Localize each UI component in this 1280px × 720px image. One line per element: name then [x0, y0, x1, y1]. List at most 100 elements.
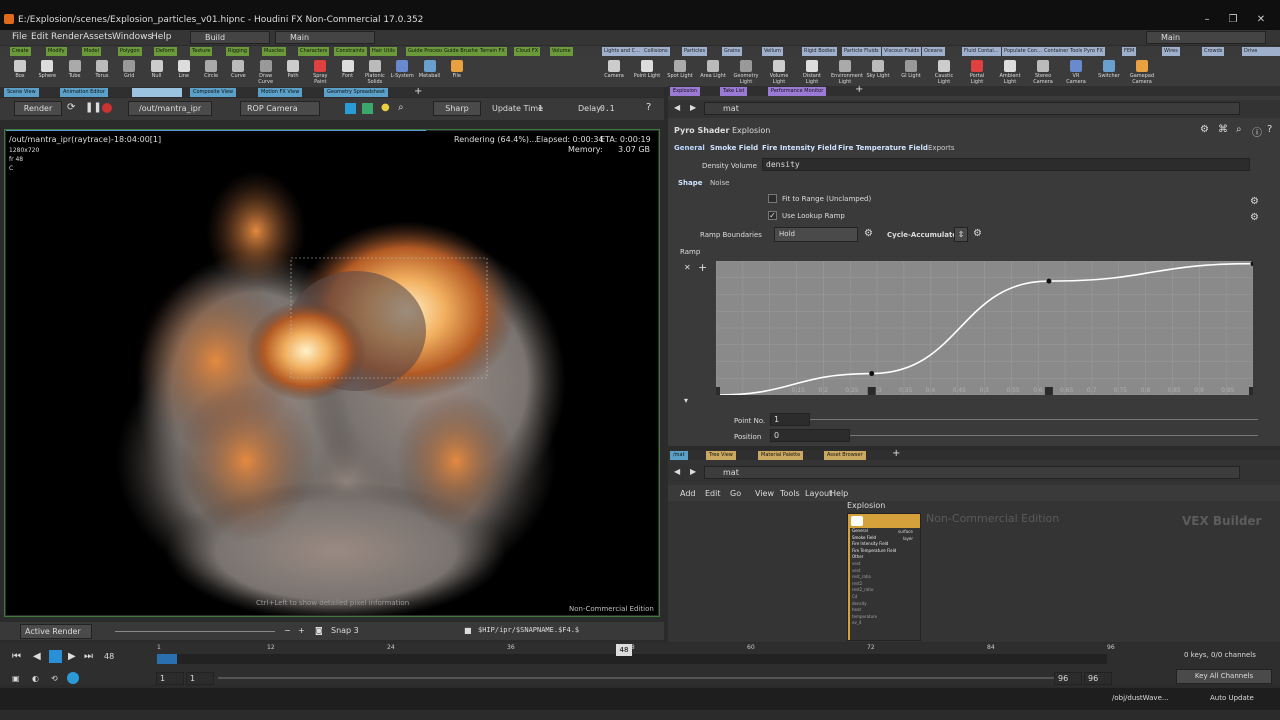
refresh-icon[interactable]: ⟳ — [67, 102, 75, 113]
ramp-point[interactable] — [1250, 261, 1254, 267]
shelf-tab-9[interactable]: Fluid Contai... — [962, 47, 1001, 56]
shelf-tool-15[interactable]: Switcher — [1095, 58, 1123, 79]
tab-smoke-field[interactable]: Smoke Field — [710, 144, 758, 152]
shelf-tab-1[interactable]: Modify — [46, 47, 67, 56]
tab-fire-temperature[interactable]: Fire Temperature Field — [838, 144, 928, 152]
shelf-tab-11[interactable]: Guide Process — [406, 47, 446, 56]
menu-help[interactable]: Help — [151, 32, 172, 42]
shelf-tool-14[interactable]: L-System — [388, 58, 416, 79]
node-input[interactable]: vest — [850, 568, 920, 575]
gear-icon[interactable]: ⚙ — [1200, 124, 1209, 135]
back-icon[interactable]: ◀ — [674, 467, 680, 476]
audio-icon[interactable]: ◐ — [32, 674, 39, 683]
ramp-add-icon[interactable]: + — [698, 261, 707, 274]
ramp-boundaries-select[interactable]: Hold — [774, 227, 858, 242]
timeline-scrubber[interactable]: 1 12 24 36 48 60 72 84 96 — [157, 644, 1115, 664]
tab-animation-editor[interactable]: Animation Editor — [60, 88, 108, 97]
net-menu-view[interactable]: View — [755, 489, 774, 498]
delay-value[interactable]: 0.1 — [600, 104, 614, 113]
node-input[interactable]: Other — [850, 554, 920, 561]
rop-camera-select[interactable]: ROP Camera — [240, 101, 320, 116]
render-button[interactable]: Render — [14, 101, 62, 116]
shelf-tab-7[interactable]: Viscous Fluids — [882, 47, 922, 56]
camera-icon[interactable]: ◙ — [315, 626, 323, 635]
ramp-point[interactable] — [869, 371, 875, 377]
shelf-tool-7[interactable]: Circle — [197, 58, 225, 79]
playhead-marker[interactable]: 48 — [616, 644, 632, 656]
shelf-tab-14[interactable]: Cloud FX — [514, 47, 541, 56]
shelf-tab-1[interactable]: Collisions — [642, 47, 670, 56]
ramp-key-marker[interactable] — [716, 387, 720, 395]
region-icon[interactable] — [362, 103, 373, 114]
position-field[interactable]: 0 — [770, 429, 850, 442]
tab-shape[interactable]: Shape — [678, 179, 703, 187]
shelf-tool-1[interactable]: Sphere — [33, 58, 61, 79]
shelf-tab-5[interactable]: Rigid Bodies — [802, 47, 837, 56]
shelf-tab-9[interactable]: Constraints — [334, 47, 367, 56]
shelf-tab-5[interactable]: Texture — [190, 47, 213, 56]
shelf-tool-10[interactable]: Path — [279, 58, 307, 79]
sync-icon[interactable]: ⟲ — [51, 674, 58, 683]
shelf-tool-0[interactable]: Box — [6, 58, 34, 79]
net-menu-tools[interactable]: Tools — [780, 489, 800, 498]
tab-noise[interactable]: Noise — [710, 179, 729, 187]
shelf-tab-6[interactable]: Particle Fluids — [842, 47, 881, 56]
go-end-icon[interactable]: ⏭ — [84, 651, 93, 662]
node-input[interactable]: ev_4 — [850, 620, 920, 627]
shelf-tool-16[interactable]: File — [443, 58, 471, 79]
help-icon[interactable]: ? — [646, 102, 651, 113]
shelf-tab-10[interactable]: Populate Con... — [1002, 47, 1044, 56]
tab-geometry-spreadsheet[interactable]: Geometry Spreadsheet — [324, 88, 389, 97]
ramp-curve-graph[interactable]: 0.15 0.2 0.25 0.3 0.35 0.4 0.45 0.5 0.55 0.6 0.65 0… — [716, 261, 1253, 395]
shelf-tool-6[interactable]: Distant Light — [798, 58, 826, 85]
right-main-select[interactable]: Main — [1146, 31, 1266, 44]
tab-performance-monitor[interactable]: Performance Monitor — [768, 87, 827, 96]
stop-icon[interactable] — [102, 103, 112, 113]
start-frame-field-2[interactable]: 1 — [186, 672, 214, 685]
ramp-delete-icon[interactable]: ✕ — [684, 263, 691, 272]
minimize-icon[interactable]: – — [1200, 14, 1214, 26]
ramp-key-marker[interactable] — [1044, 387, 1053, 395]
wrench-icon[interactable]: ⌘ — [1218, 124, 1228, 135]
gear-icon-4[interactable]: ⚙ — [864, 228, 873, 239]
shelf-tab-6[interactable]: Rigging — [226, 47, 249, 56]
range-slider[interactable] — [218, 677, 1054, 679]
gear-icon-5[interactable]: ⚙ — [973, 228, 982, 239]
shelf-tool-15[interactable]: Metaball — [416, 58, 444, 79]
shelf-tab-14[interactable]: Wires — [1162, 47, 1180, 56]
menu-render[interactable]: Render — [51, 32, 83, 42]
node-output-surface[interactable]: surface — [898, 529, 913, 534]
start-frame-field[interactable]: 1 — [156, 672, 184, 685]
tab-exports[interactable]: Exports — [928, 144, 955, 152]
shelf-tool-6[interactable]: Line — [170, 58, 198, 79]
shelf-tool-2[interactable]: Tube — [61, 58, 89, 79]
menu-assets[interactable]: Assets — [83, 32, 112, 42]
shelf-tool-11[interactable]: Spray Paint — [306, 58, 334, 85]
shelf-tab-11[interactable]: Container Tools — [1042, 47, 1085, 56]
pause-icon[interactable]: ❚❚ — [85, 102, 102, 113]
rop-path-select[interactable]: /out/mantra_ipr — [128, 101, 212, 116]
menu-edit[interactable]: Edit — [31, 32, 48, 42]
position-slider[interactable] — [850, 435, 1258, 436]
tab-motion-fx-view[interactable]: Motion FX View — [258, 88, 303, 97]
shelf-tab-7[interactable]: Muscles — [262, 47, 286, 56]
cycle-select-arrow[interactable]: ⇕ — [954, 227, 968, 242]
node-input[interactable]: rest2 — [850, 581, 920, 588]
shelf-tool-8[interactable]: Curve — [224, 58, 252, 79]
shelf-tab-16[interactable]: Drive Simula... — [1242, 47, 1280, 63]
shelf-tab-3[interactable]: Grains — [722, 47, 743, 56]
shelf-tool-12[interactable]: Ambient Light — [996, 58, 1024, 85]
shelf-tool-9[interactable]: GI Light — [897, 58, 925, 79]
param-path-field[interactable]: mat — [704, 102, 1240, 115]
density-volume-field[interactable]: density — [762, 158, 1250, 171]
ramp-editor[interactable]: 0.15 0.2 0.25 0.3 0.35 0.4 0.45 0.5 0.55 0.6 0.65 0… — [716, 261, 1253, 395]
ramp-key-marker[interactable] — [867, 387, 876, 395]
shelf-tab-12[interactable]: Pyro FX — [1082, 47, 1105, 56]
shelf-tab-8[interactable]: Oceans — [922, 47, 945, 56]
net-path-field[interactable]: mat — [704, 466, 1240, 479]
node-input[interactable]: temperature — [850, 614, 920, 621]
tab-general[interactable]: General — [674, 144, 705, 152]
realtime-icon[interactable]: ▣ — [12, 674, 20, 683]
shelf-tab-13[interactable]: FEM — [1122, 47, 1137, 56]
sharp-select[interactable]: Sharp — [433, 101, 481, 116]
